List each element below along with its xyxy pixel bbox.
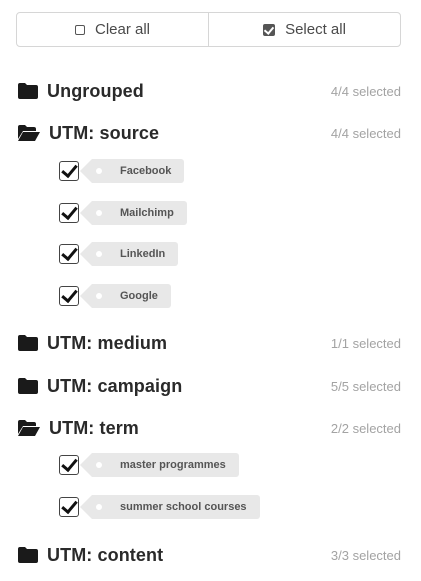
group-utm-term[interactable]: UTM: term 2/2 selected: [18, 416, 403, 440]
select-all-label: Select all: [285, 21, 346, 38]
list-item: Facebook: [59, 158, 185, 184]
group-title: UTM: term: [49, 417, 139, 438]
tag-text: master programmes: [120, 459, 226, 471]
tag-label: LinkedIn: [79, 242, 179, 266]
item-checkbox[interactable]: [59, 244, 79, 264]
tag-text: summer school courses: [120, 501, 247, 513]
item-checkbox[interactable]: [59, 203, 79, 223]
list-item: Mailchimp: [59, 200, 187, 226]
group-utm-medium[interactable]: UTM: medium 1/1 selected: [18, 331, 403, 355]
tag-hole-icon: [96, 504, 102, 510]
folder-open-icon[interactable]: [18, 420, 40, 436]
tag-label: Mailchimp: [80, 201, 187, 225]
tag-hole-icon: [96, 168, 102, 174]
tag-label: master programmes: [80, 453, 239, 477]
group-utm-source[interactable]: UTM: source 4/4 selected: [18, 121, 403, 145]
group-selected-count: 4/4 selected: [330, 83, 401, 99]
list-item: LinkedIn: [59, 241, 179, 267]
group-ungrouped[interactable]: Ungrouped 4/4 selected: [18, 79, 403, 103]
tag-text: Mailchimp: [120, 207, 174, 219]
clear-all-button[interactable]: Clear all: [17, 13, 208, 46]
folder-closed-icon[interactable]: [18, 335, 38, 351]
item-checkbox[interactable]: [59, 455, 79, 475]
group-utm-content[interactable]: UTM: content 3/3 selected: [18, 543, 403, 567]
list-item: master programmes: [59, 452, 239, 478]
selection-toolbar: Clear all Select all: [16, 12, 401, 47]
tag-text: Google: [120, 290, 158, 302]
tag-text: Facebook: [120, 165, 172, 177]
tag-text: LinkedIn: [120, 248, 166, 260]
folder-closed-icon[interactable]: [18, 83, 38, 99]
tag-hole-icon: [96, 462, 102, 468]
item-checkbox[interactable]: [59, 497, 79, 517]
group-title: UTM: medium: [47, 332, 168, 353]
group-title: UTM: content: [47, 544, 164, 565]
clear-all-label: Clear all: [94, 21, 151, 38]
unchecked-box-icon: [74, 24, 85, 35]
group-selected-count: 4/4 selected: [330, 125, 401, 141]
list-item: summer school courses: [59, 494, 260, 520]
item-checkbox[interactable]: [59, 161, 79, 181]
group-utm-campaign[interactable]: UTM: campaign 5/5 selected: [18, 374, 403, 398]
folder-closed-icon[interactable]: [18, 378, 38, 394]
list-item: Google: [59, 283, 171, 309]
tag-hole-icon: [96, 210, 102, 216]
group-title: UTM: campaign: [47, 375, 183, 396]
tag-hole-icon: [96, 251, 102, 257]
group-selected-count: 3/3 selected: [330, 547, 401, 563]
tag-hole-icon: [96, 293, 102, 299]
group-selected-count: 5/5 selected: [330, 378, 401, 394]
group-title: Ungrouped: [47, 80, 144, 101]
group-title: UTM: source: [49, 122, 160, 143]
folder-closed-icon[interactable]: [18, 547, 38, 563]
group-selected-count: 1/1 selected: [330, 335, 401, 351]
select-all-button[interactable]: Select all: [208, 13, 400, 46]
tag-label: summer school courses: [80, 495, 260, 519]
tag-label: Google: [80, 284, 171, 308]
tag-label: Facebook: [79, 159, 185, 183]
checked-box-icon: [263, 23, 276, 36]
item-checkbox[interactable]: [59, 286, 79, 306]
group-selected-count: 2/2 selected: [330, 420, 401, 436]
folder-open-icon[interactable]: [18, 125, 40, 141]
